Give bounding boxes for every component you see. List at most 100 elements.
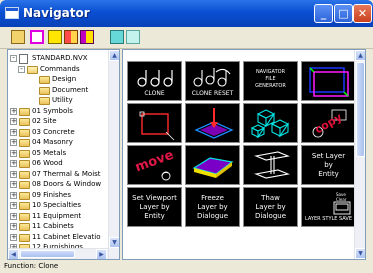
tree-item-label: 11 Equipment [32,211,82,220]
rectangle-icon [139,111,175,141]
copy-command[interactable]: copy [301,103,356,143]
scroll-down-icon[interactable]: ▼ [109,237,119,248]
maximize-button[interactable]: □ [334,4,353,23]
expand-icon[interactable]: + [10,128,17,136]
expand-icon[interactable]: + [10,191,17,199]
insert-block-command[interactable] [185,103,240,143]
folder-icon [19,160,30,168]
folder-icon [19,233,30,242]
expand-icon[interactable]: + [10,160,17,167]
tree-item-label: 04 Masonry [32,138,73,146]
folder-icon [19,170,30,179]
folder-icon [39,97,50,105]
freeze-layer-command[interactable]: Freeze Layer by Dialogue [185,187,240,227]
file-icon [19,54,28,64]
category-tree[interactable]: - STANDARD.NVX - Commands Design Document Util… [7,49,120,260]
folder-icon [39,86,50,95]
tree-item-label: 07 Thermal & Moist [32,169,101,178]
folder-icon [19,107,30,116]
tree-item-label: 11 Cabinets [32,222,74,230]
set-layer-by-entity-command[interactable]: Set Layer by Entity [301,145,356,185]
grid-vertical-scrollbar[interactable]: ▲ ▼ [354,50,365,259]
navigator-generator-command[interactable]: NAVIGATOR FILE GENERATOR [243,61,298,101]
i-beam-command[interactable] [243,145,298,185]
folder-icon [19,118,30,126]
clone-reset-command[interactable]: CLONE RESET [185,61,240,101]
expand-icon[interactable]: + [10,107,17,115]
magenta-square-icon[interactable] [30,30,44,44]
grid-scroll-thumb[interactable] [356,62,365,157]
folder-icon [19,139,30,147]
tree-item-label: Utility [52,96,73,104]
layer-style-mid-label: Clear [336,197,347,202]
tree-item-label: 11 Cabinet Elevatio [32,232,101,241]
clone-reset-label: CLONE RESET [191,90,234,97]
expand-icon[interactable]: + [10,139,17,146]
thaw-layer-label: Thaw Layer by Dialogue [254,194,287,220]
window-icon [5,7,19,19]
scroll-up-icon[interactable]: ▲ [109,50,119,61]
folder-icon [19,212,30,221]
move-command[interactable]: move [127,145,182,185]
collapse-icon[interactable]: - [10,55,17,62]
open-icon[interactable] [11,30,25,44]
3d-plate-command[interactable] [185,145,240,185]
thaw-layer-command[interactable]: Thaw Layer by Dialogue [243,187,298,227]
layer-style-save-label: LAYER STYLE SAVE [305,216,352,222]
expand-icon[interactable]: + [10,202,17,209]
i-beam-icon [254,151,290,179]
freeze-layer-label: Freeze Layer by Dialogue [196,194,229,220]
expand-icon[interactable]: + [10,170,17,178]
3d-plate-icon [192,157,234,178]
close-button[interactable]: ✕ [353,4,372,23]
scroll-left-icon[interactable]: ◀ [8,249,19,259]
folder-icon [19,149,30,158]
tree-item-label: STANDARD.NVX [32,54,88,62]
tree-item-label: 09 Finishes [32,190,72,199]
scroll-right-icon[interactable]: ▶ [96,249,107,259]
tree-item-label: 02 Site [32,117,57,125]
expand-icon[interactable]: + [10,233,17,241]
3d-boxes-command[interactable] [243,103,298,143]
multi-folder-icon[interactable] [64,30,78,44]
tree-vertical-scrollbar[interactable]: ▲ ▼ [108,50,119,259]
grid-scroll-down-icon[interactable]: ▼ [355,248,365,259]
tree-item-label: 01 Symbols [32,106,73,115]
collapse-icon[interactable]: - [18,65,25,73]
tree-item-label: 05 Metals [32,148,67,157]
folder-icon [19,202,30,210]
tree-item-label: Commands [40,64,80,73]
scroll-thumb[interactable] [20,250,75,258]
clone-command[interactable]: CLONE [127,61,182,101]
tree-item-label: 06 Wood [32,159,63,167]
open-folder-icon [27,65,38,74]
status-bar: Function: Clone [4,262,59,270]
expand-icon[interactable]: + [10,149,17,157]
tree-horizontal-scrollbar[interactable]: ◀ ▶ [8,248,108,259]
3d-boxes-icon [250,109,290,139]
tree-item-label: Design [52,75,77,83]
set-viewport-layer-label: Set Viewport Layer by Entity [132,194,177,220]
expand-icon[interactable]: + [10,181,17,188]
layer-box-command[interactable] [301,61,356,101]
set-viewport-layer-command[interactable]: Set Viewport Layer by Entity [127,187,182,227]
tree-item-label: 03 Concrete [32,127,75,136]
expand-icon[interactable]: + [10,118,17,125]
yellow-square-icon[interactable] [48,30,62,44]
insert-block-icon [194,108,234,139]
folder-icon [19,191,30,200]
minimize-button[interactable]: _ [314,4,333,23]
title-bar[interactable]: Navigator _ □ ✕ [0,0,373,27]
window-title: Navigator [23,6,90,20]
expand-icon[interactable]: + [10,223,17,230]
command-icon-grid: CLONE CLONE RESET NAVIGATOR FILE GENERAT… [122,49,366,260]
aqua-square-icon[interactable] [126,30,140,44]
cyan-square-icon[interactable] [110,30,124,44]
clone-label: CLONE [144,90,165,97]
navigator-generator-label: NAVIGATOR FILE GENERATOR [255,69,286,89]
rectangle-command[interactable] [127,103,182,143]
layer-icon[interactable] [80,30,94,44]
layer-style-save-command[interactable]: Save Clear LAYER STYLE SAVE [301,187,356,227]
expand-icon[interactable]: + [10,212,17,220]
grid-scroll-up-icon[interactable]: ▲ [355,50,365,61]
